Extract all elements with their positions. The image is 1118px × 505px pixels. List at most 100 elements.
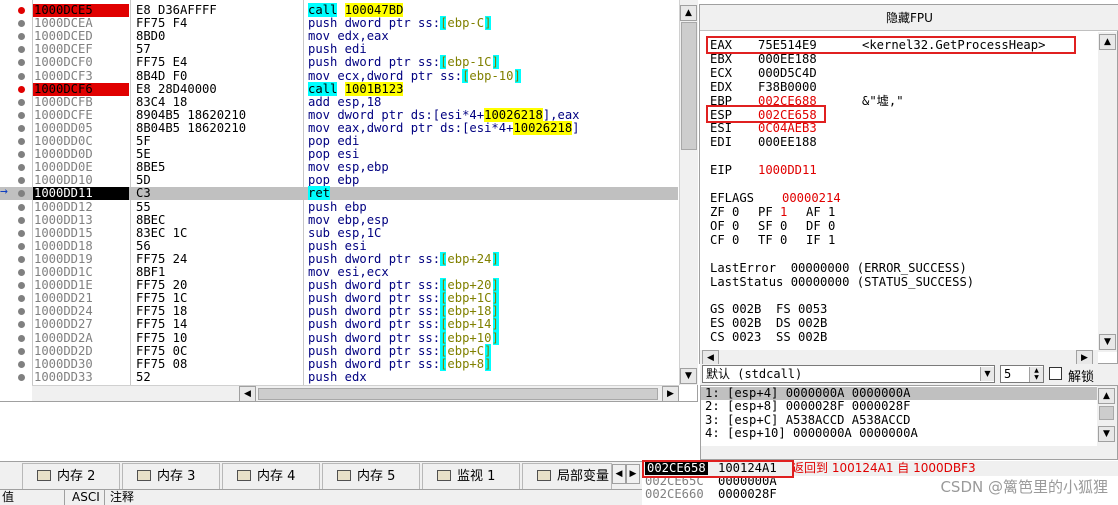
register-value[interactable]: 00000214 xyxy=(782,192,841,205)
line-dot-icon[interactable] xyxy=(18,138,25,145)
line-dot-icon[interactable] xyxy=(18,321,25,329)
scroll-right-icon[interactable]: ▶ xyxy=(662,386,679,402)
disasm-row[interactable]: 1000DCFE 8904B5 18620210 mov dword ptr ds:… xyxy=(0,107,678,122)
flag-value[interactable]: AF 1 xyxy=(806,205,835,219)
arg-count-stepper[interactable]: 5 ▲ ▼ xyxy=(1000,365,1044,383)
disasm-row[interactable]: 1000DD1C 8BF1 mov esi,ecx xyxy=(0,266,678,279)
register-row[interactable]: ESI 0C04AEB3 xyxy=(710,122,1090,135)
disassembly-horizontal-scrollbar[interactable]: ◀ ▶ xyxy=(32,385,679,402)
line-dot-icon[interactable] xyxy=(18,282,25,290)
line-dot-icon[interactable] xyxy=(18,124,25,132)
register-value[interactable]: F38B0000 xyxy=(758,80,817,94)
scroll-down-icon[interactable]: ▼ xyxy=(1098,426,1115,442)
disassembly-vertical-scrollbar[interactable]: ▲ ▼ xyxy=(679,0,698,385)
register-value[interactable]: 1000DD11 xyxy=(758,164,817,177)
disasm-row[interactable]: 1000DD21 FF75 1C push dword ptr ss:[ebp+1C… xyxy=(0,291,678,306)
disasm-row[interactable]: 1000DD27 FF75 14 push dword ptr ss:[ebp+14… xyxy=(0,317,678,332)
argument-row[interactable]: 1: [esp+4] 0000000A 0000000A xyxy=(705,387,910,400)
tab-4[interactable]: 内存 5 xyxy=(322,463,420,489)
flag-value[interactable]: TF 0 xyxy=(758,233,787,247)
register-value[interactable]: 0C04AEB3 xyxy=(758,122,817,135)
disasm-row[interactable]: 1000DCF6 E8 28D40000 call 1001B123 xyxy=(0,81,678,96)
tab-6[interactable]: 局部变量 xyxy=(522,463,612,489)
disassembly-view[interactable]: 1000DCE5 E8 D36AFFFF call 100047BD 1000DCEA… xyxy=(0,0,698,402)
line-dot-icon[interactable] xyxy=(18,98,25,106)
register-row[interactable]: ECX 000D5C4D xyxy=(710,66,1090,80)
breakpoint-icon[interactable] xyxy=(18,7,25,14)
line-dot-icon[interactable] xyxy=(18,347,25,355)
line-dot-icon[interactable] xyxy=(18,269,25,276)
line-dot-icon[interactable] xyxy=(18,177,25,185)
tab-5[interactable]: 监视 1 xyxy=(422,463,520,489)
argument-row[interactable]: 3: [esp+C] A538ACCD A538ACCD xyxy=(705,413,910,427)
stepper-down-icon[interactable]: ▼ xyxy=(1029,374,1043,382)
line-dot-icon[interactable] xyxy=(18,203,25,211)
disasm-row[interactable]: 1000DD1E FF75 20 push dword ptr ss:[ebp+20… xyxy=(0,278,678,293)
flag-value[interactable]: PF 1 xyxy=(758,205,787,219)
line-dot-icon[interactable] xyxy=(18,334,25,342)
tab-next-icon[interactable]: ▶ xyxy=(626,464,640,484)
registers-horizontal-scrollbar[interactable]: ◀ ▶ xyxy=(700,350,1098,366)
disasm-row[interactable]: 1000DCF0 FF75 E4 push dword ptr ss:[ebp-1C… xyxy=(0,55,678,70)
chevron-down-icon[interactable]: ▼ xyxy=(980,367,994,381)
disasm-row[interactable]: 1000DD24 FF75 18 push dword ptr ss:[ebp+18… xyxy=(0,304,678,319)
register-value[interactable]: 000EE188 xyxy=(758,136,817,149)
disasm-row[interactable]: 1000DD0E 8BE5 mov esp,ebp xyxy=(0,161,678,174)
scroll-up-icon[interactable]: ▲ xyxy=(680,5,697,21)
line-dot-icon[interactable] xyxy=(18,242,25,250)
hscroll-thumb[interactable] xyxy=(258,388,658,400)
line-dot-icon[interactable] xyxy=(18,216,25,224)
line-dot-icon[interactable] xyxy=(18,229,25,237)
unlock-checkbox[interactable] xyxy=(1049,367,1062,380)
disasm-row[interactable]: 1000DD2A FF75 10 push dword ptr ss:[ebp+10… xyxy=(0,330,678,345)
disasm-row[interactable]: 1000DD11 C3 ret xyxy=(0,186,678,201)
disasm-row[interactable]: 1000DD10 5D pop ebp xyxy=(0,174,678,187)
register-row[interactable]: EDX F38B0000 xyxy=(710,80,1090,94)
register-value[interactable]: 000D5C4D xyxy=(758,66,817,80)
line-dot-icon[interactable] xyxy=(18,111,25,119)
line-dot-icon[interactable] xyxy=(18,255,25,263)
line-dot-icon[interactable] xyxy=(18,72,25,80)
disasm-row[interactable]: 1000DD2D FF75 0C push dword ptr ss:[ebp+C] xyxy=(0,343,678,358)
disasm-row[interactable]: 1000DCEA FF75 F4 push dword ptr ss:[ebp-C] xyxy=(0,16,678,31)
scroll-up-icon[interactable]: ▲ xyxy=(1099,34,1116,50)
disasm-row[interactable]: 1000DCEF 57 push edi xyxy=(0,43,678,56)
line-dot-icon[interactable] xyxy=(18,164,25,172)
line-dot-icon[interactable] xyxy=(18,295,25,303)
register-value[interactable]: 000EE188 xyxy=(758,52,817,66)
disasm-row[interactable]: 1000DD33 52 push edx xyxy=(0,370,678,384)
disasm-row[interactable]: 1000DD13 8BEC mov ebp,esp xyxy=(0,213,678,227)
flag-value[interactable]: ZF 0 xyxy=(710,205,739,219)
register-row[interactable]: EDI 000EE188 xyxy=(710,136,1090,149)
argument-row[interactable]: 4: [esp+10] 0000000A 0000000A xyxy=(705,427,918,440)
stack-address[interactable]: 002CE660 xyxy=(645,488,704,501)
flag-value[interactable]: CF 0 xyxy=(710,233,739,247)
disasm-row[interactable]: 1000DD0D 5E pop esi xyxy=(0,148,678,161)
disasm-row[interactable]: 1000DCFB 83C4 18 add esp,18 xyxy=(0,95,678,109)
flag-value[interactable]: SF 0 xyxy=(758,219,787,233)
arguments-scrollbar[interactable]: ▲ ▼ xyxy=(1097,386,1117,446)
disasm-row[interactable]: 1000DCE5 E8 D36AFFFF call 100047BD xyxy=(0,3,678,17)
tab-3[interactable]: 内存 4 xyxy=(222,463,320,489)
line-dot-icon[interactable] xyxy=(18,59,25,67)
scroll-down-icon[interactable]: ▼ xyxy=(680,368,697,384)
register-row[interactable]: EBX 000EE188 xyxy=(710,52,1090,66)
line-dot-icon[interactable] xyxy=(18,308,25,316)
disasm-row[interactable]: 1000DCF3 8B4D F0 mov ecx,dword ptr ss:[ebp… xyxy=(0,68,678,83)
breakpoint-icon[interactable] xyxy=(18,85,25,93)
flag-value[interactable]: DF 0 xyxy=(806,219,835,233)
scroll-down-icon[interactable]: ▼ xyxy=(1099,334,1116,350)
flag-value[interactable]: IF 1 xyxy=(806,233,835,247)
disasm-row[interactable]: 1000DD18 56 push esi xyxy=(0,239,678,253)
tab-2[interactable]: 内存 3 xyxy=(122,463,220,489)
line-dot-icon[interactable] xyxy=(18,151,25,159)
scroll-left-icon[interactable]: ◀ xyxy=(239,386,256,402)
tab-prev-icon[interactable]: ◀ xyxy=(612,464,626,484)
registers-panel[interactable]: 隐藏FPU EAX 75E514E9 <kernel32.GetProcessHea… xyxy=(699,4,1118,366)
disasm-row[interactable]: 1000DD12 55 push ebp xyxy=(0,200,678,214)
registers-vertical-scrollbar[interactable]: ▲ ▼ xyxy=(1098,32,1117,352)
disasm-row[interactable]: 1000DD0C 5F pop edi xyxy=(0,135,678,148)
arguments-panel[interactable]: 1: [esp+4] 0000000A 0000000A 2: [esp+8] 0… xyxy=(700,385,1118,460)
scroll-thumb[interactable] xyxy=(681,22,697,150)
flag-value[interactable]: OF 0 xyxy=(710,219,739,233)
